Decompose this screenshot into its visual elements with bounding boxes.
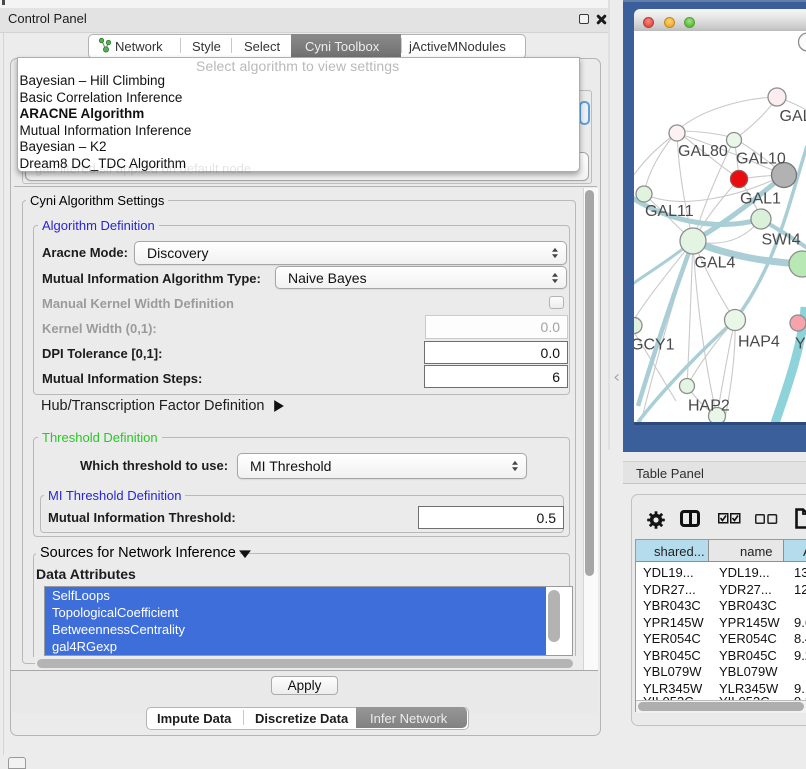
svg-text:GAL10: GAL10 bbox=[736, 151, 786, 168]
svg-text:GCY1: GCY1 bbox=[634, 337, 675, 354]
svg-text:GAL80: GAL80 bbox=[678, 143, 728, 160]
svg-text:HAP2: HAP2 bbox=[688, 398, 730, 415]
svg-text:GAL11: GAL11 bbox=[645, 203, 694, 220]
svg-text:GAL2: GAL2 bbox=[780, 108, 806, 125]
svg-text:HAP4: HAP4 bbox=[738, 334, 780, 351]
svg-text:SWI4: SWI4 bbox=[762, 232, 801, 249]
svg-text:GAL1: GAL1 bbox=[740, 191, 781, 208]
svg-text:Y: Y bbox=[795, 336, 806, 353]
svg-text:GAL4: GAL4 bbox=[695, 255, 736, 272]
